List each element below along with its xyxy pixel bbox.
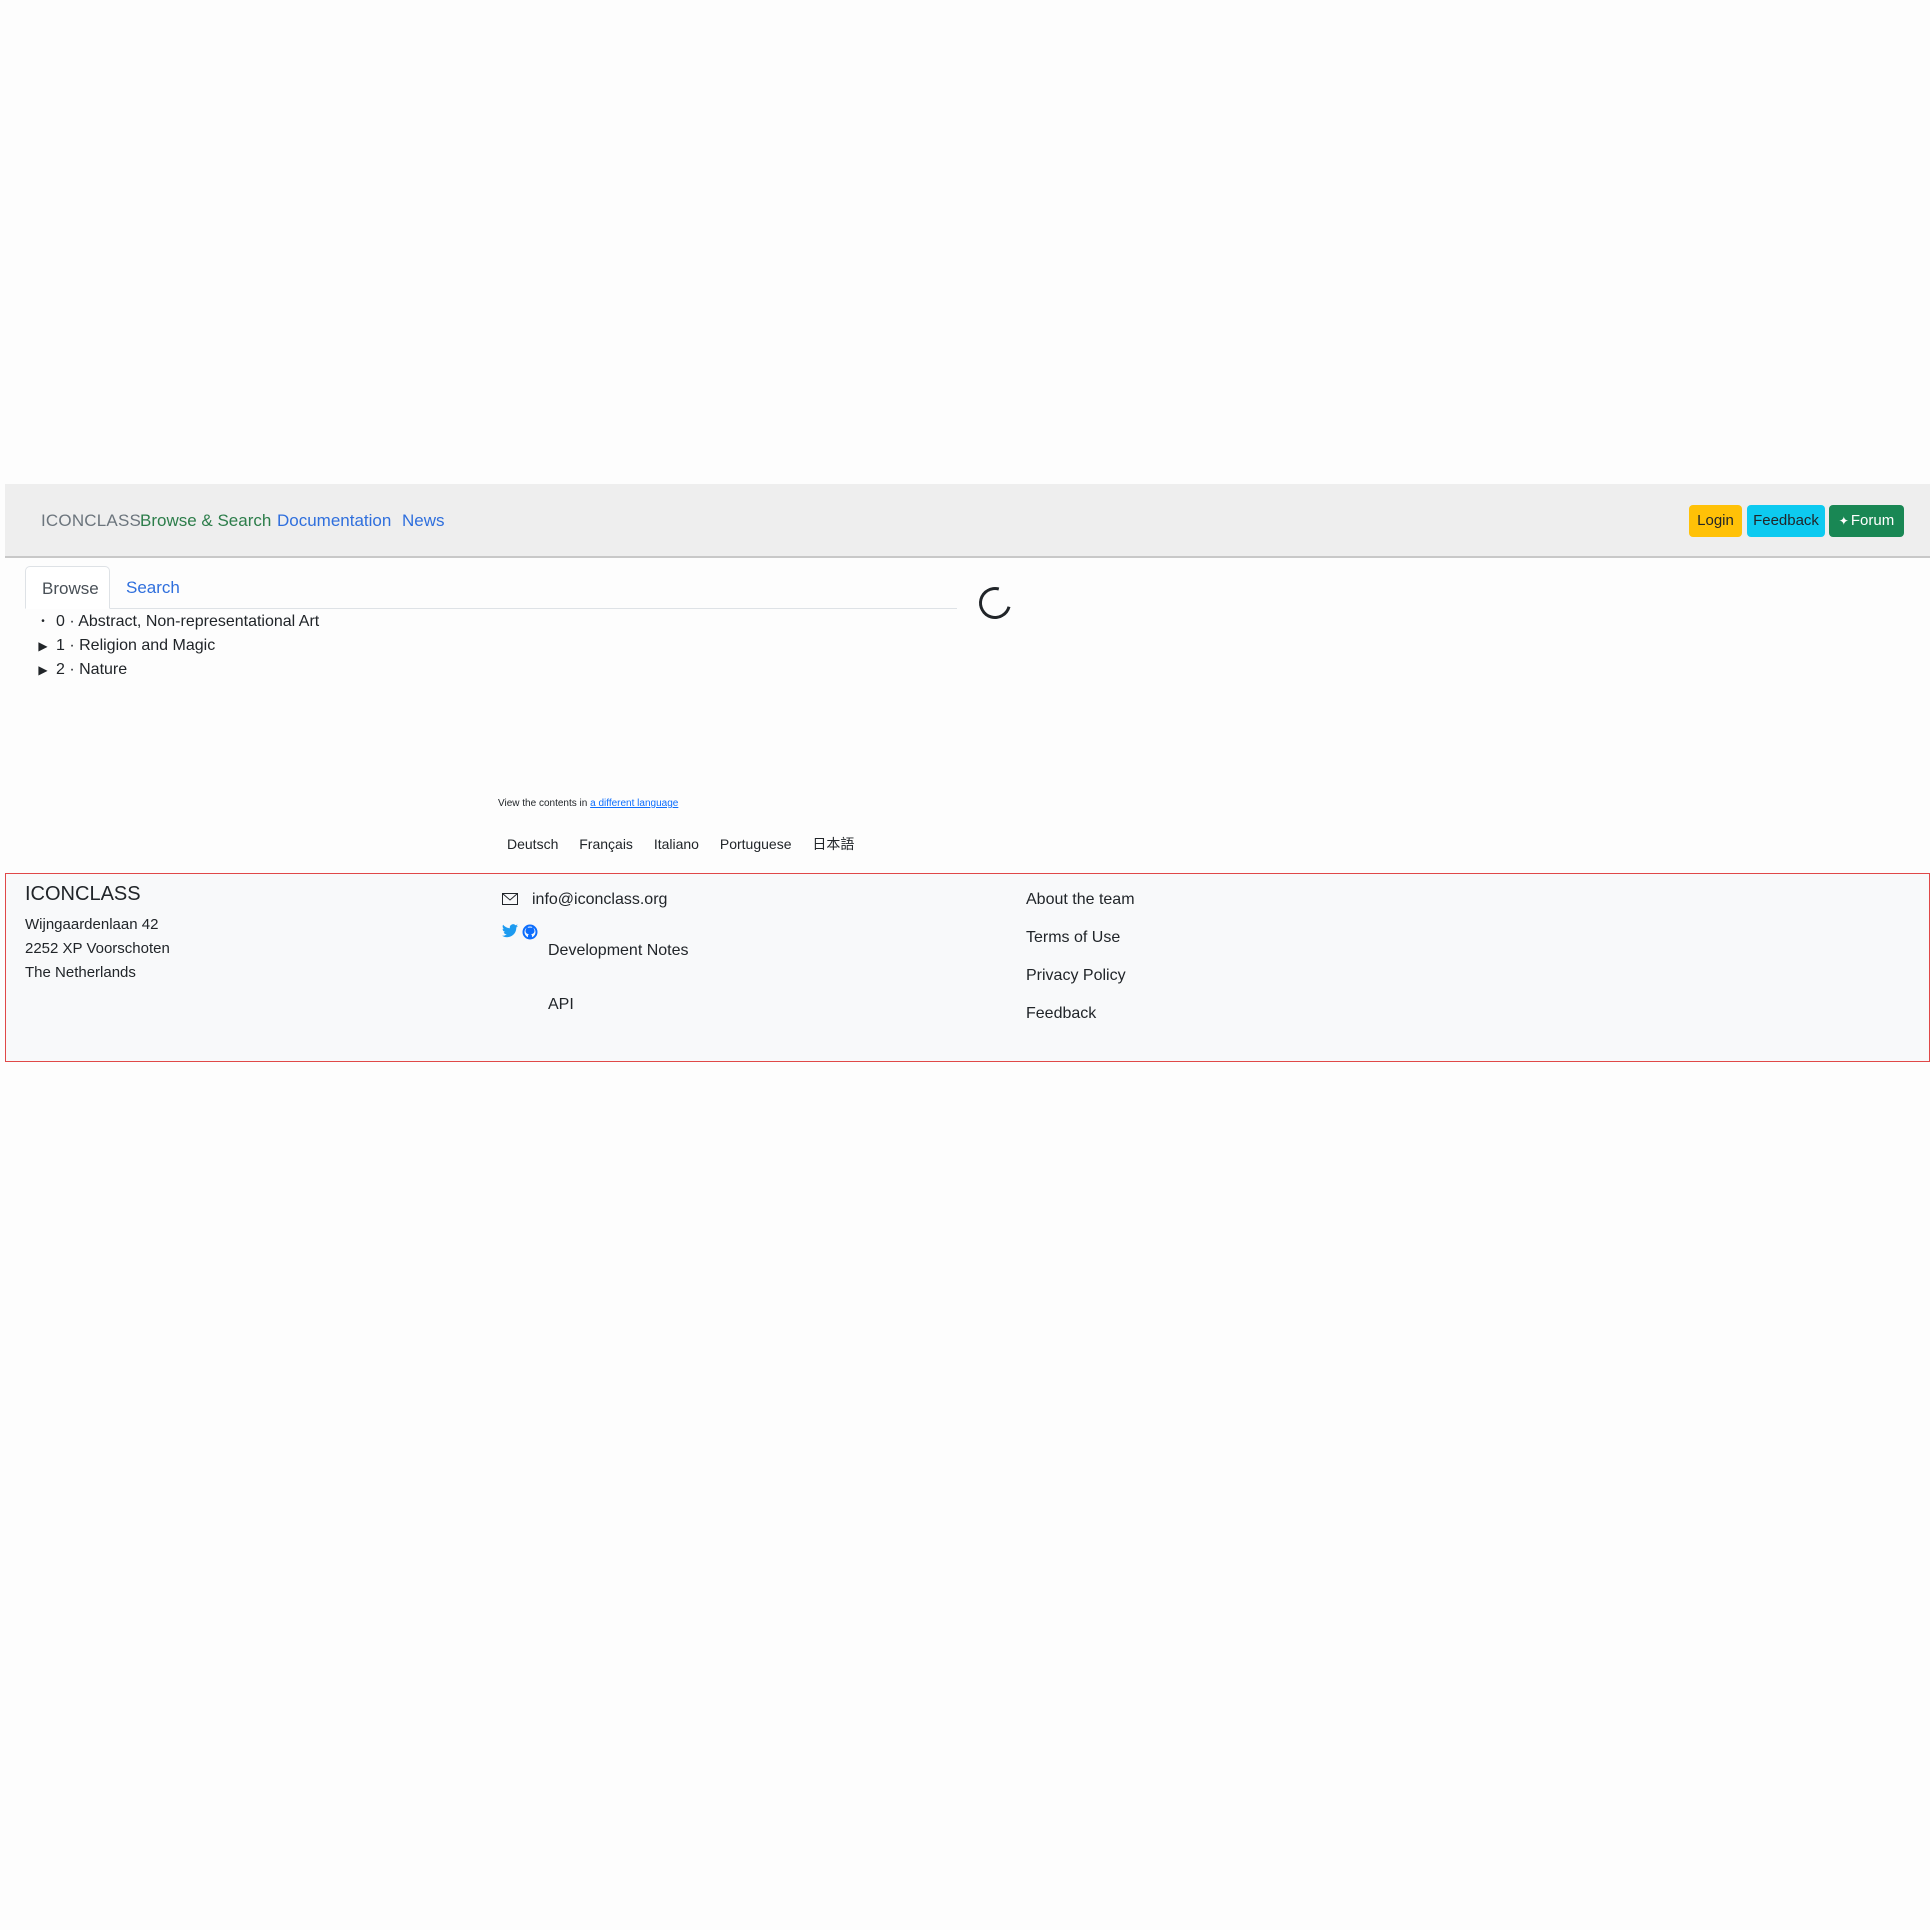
expand-triangle-icon[interactable]: ▶ (36, 658, 50, 682)
site-footer: ICONCLASS Wijngaardenlaan 42 2252 XP Voo… (5, 873, 1930, 1062)
footer-address-line: The Netherlands (25, 964, 136, 981)
social-links (502, 924, 538, 940)
footer-privacy-link[interactable]: Privacy Policy (1026, 967, 1126, 985)
forum-button-label: Forum (1850, 512, 1895, 529)
footer-api-link[interactable]: API (548, 996, 574, 1014)
browse-search-tabs: Browse Search (25, 566, 957, 609)
language-option[interactable]: Français (579, 836, 633, 852)
brand-name[interactable]: ICONCLASS (41, 511, 141, 531)
expand-triangle-icon[interactable]: ▶ (36, 634, 50, 658)
footer-email[interactable]: info@iconclass.org (502, 891, 667, 909)
language-option[interactable]: Italiano (654, 836, 699, 852)
bullet-icon: • (41, 616, 45, 627)
login-button[interactable]: Login (1689, 505, 1742, 537)
tree-item-label[interactable]: 2 · Nature (56, 658, 127, 682)
loading-spinner-icon (973, 581, 1017, 625)
language-option[interactable]: Portuguese (720, 836, 792, 852)
language-note: View the contents in a different languag… (498, 798, 678, 809)
sparkle-icon: ✦ (1838, 514, 1849, 528)
language-note-prefix: View the contents in (498, 798, 591, 809)
language-options: Deutsch Français Italiano Portuguese 日本語 (507, 834, 871, 854)
footer-about-link[interactable]: About the team (1026, 891, 1135, 909)
forum-button[interactable]: ✦ Forum (1829, 505, 1904, 537)
footer-title: ICONCLASS (25, 883, 141, 905)
nav-browse-search[interactable]: Browse & Search (140, 511, 271, 531)
tab-search[interactable]: Search (110, 566, 196, 609)
footer-address-line: 2252 XP Voorschoten (25, 940, 170, 957)
footer-email-text[interactable]: info@iconclass.org (532, 891, 667, 908)
tree-item-label[interactable]: 0 · Abstract, Non-representational Art (56, 610, 319, 634)
language-option[interactable]: 日本語 (812, 834, 854, 854)
top-navbar: ICONCLASS Browse & Search Documentation … (5, 484, 1930, 558)
nav-news[interactable]: News (402, 511, 445, 531)
twitter-icon[interactable] (502, 924, 518, 938)
envelope-icon (502, 893, 518, 905)
nav-documentation[interactable]: Documentation (277, 511, 391, 531)
github-icon[interactable] (522, 924, 538, 940)
different-language-link[interactable]: a different language (590, 798, 678, 809)
tree-item-label[interactable]: 1 · Religion and Magic (56, 634, 215, 658)
footer-feedback-link[interactable]: Feedback (1026, 1005, 1096, 1023)
footer-terms-link[interactable]: Terms of Use (1026, 929, 1120, 947)
language-option[interactable]: Deutsch (507, 836, 558, 852)
feedback-button[interactable]: Feedback (1747, 505, 1825, 537)
footer-dev-notes-link[interactable]: Development Notes (548, 942, 689, 960)
tab-browse[interactable]: Browse (25, 566, 110, 609)
footer-address-line: Wijngaardenlaan 42 (25, 916, 159, 933)
